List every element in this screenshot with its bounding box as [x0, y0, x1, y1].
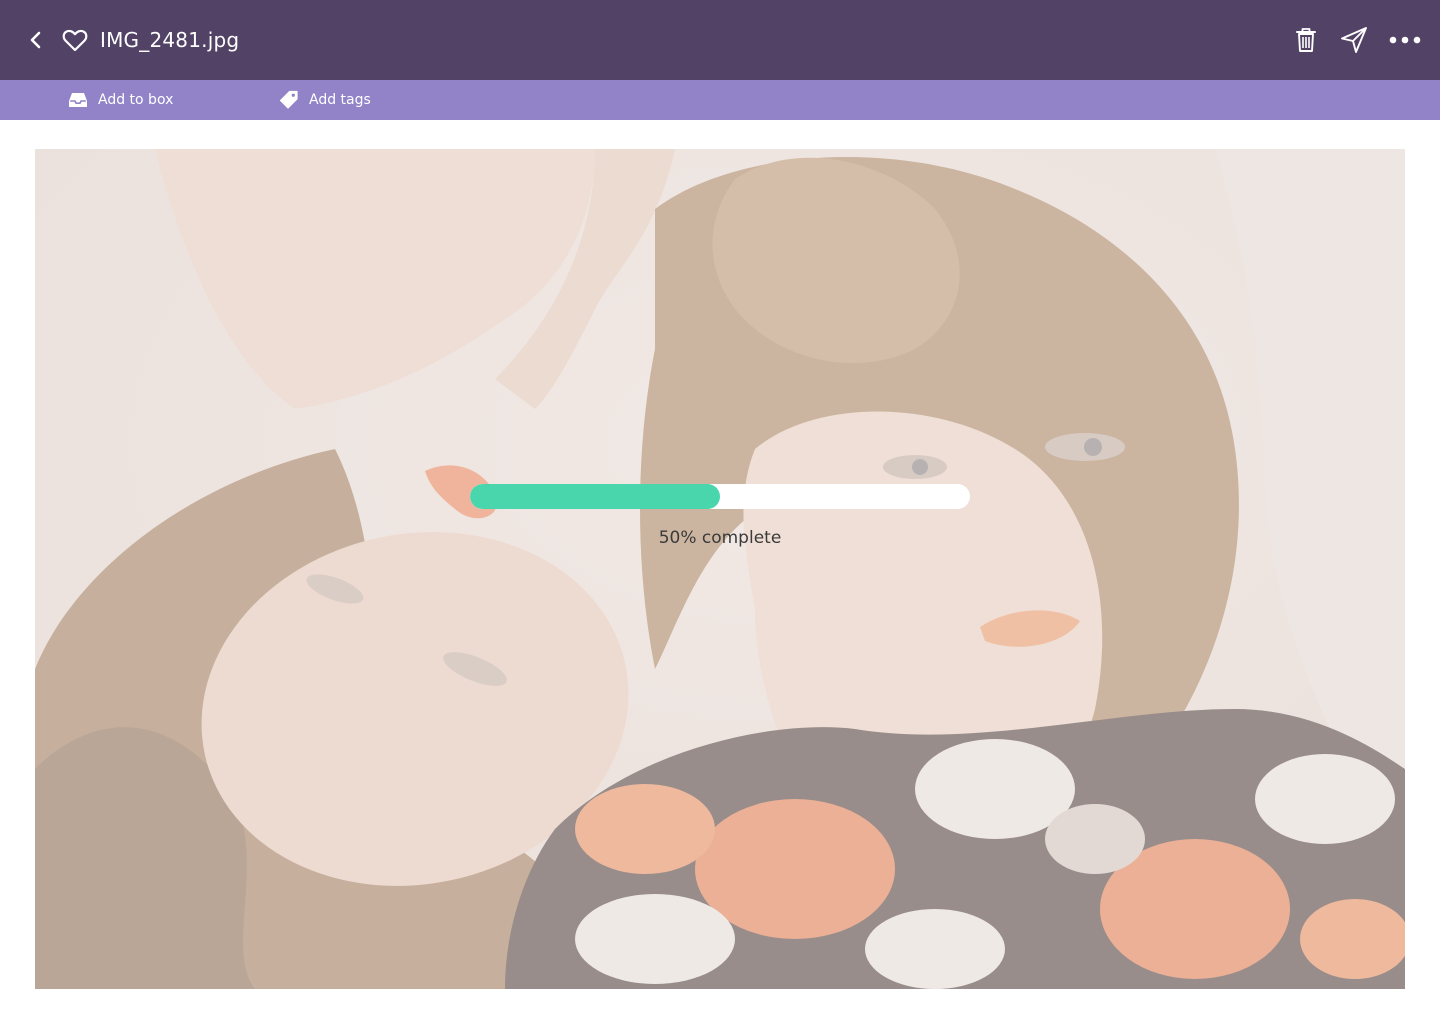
- send-icon: [1341, 27, 1367, 53]
- more-button[interactable]: [1386, 24, 1424, 56]
- file-name-title: IMG_2481.jpg: [100, 28, 240, 52]
- inbox-tray-icon: [67, 89, 89, 111]
- add-to-box-button[interactable]: Add to box: [67, 80, 173, 120]
- add-tags-label: Add tags: [309, 92, 371, 108]
- heart-outline-icon: [62, 29, 88, 52]
- back-button[interactable]: [22, 26, 50, 54]
- send-button[interactable]: [1338, 24, 1370, 56]
- tag-icon: [278, 89, 300, 111]
- photo-preview: [35, 149, 1405, 989]
- upload-progress-bar: [470, 484, 970, 509]
- photo-viewer: IMG_2481.jpg Add to box Add tags 50% com…: [0, 0, 1440, 1024]
- add-to-box-label: Add to box: [98, 92, 174, 108]
- upload-progress-fill: [470, 484, 720, 509]
- chevron-left-icon: [30, 31, 41, 49]
- more-horizontal-icon: [1389, 36, 1421, 44]
- trash-icon: [1296, 28, 1316, 52]
- add-tags-button[interactable]: Add tags: [278, 80, 371, 120]
- top-bar: IMG_2481.jpg: [0, 0, 1440, 80]
- favorite-button[interactable]: [60, 25, 90, 55]
- delete-button[interactable]: [1290, 24, 1322, 56]
- action-toolbar: Add to box Add tags: [0, 80, 1440, 120]
- upload-progress-label: 50% complete: [658, 528, 782, 548]
- photo-dim-overlay: [35, 149, 1405, 989]
